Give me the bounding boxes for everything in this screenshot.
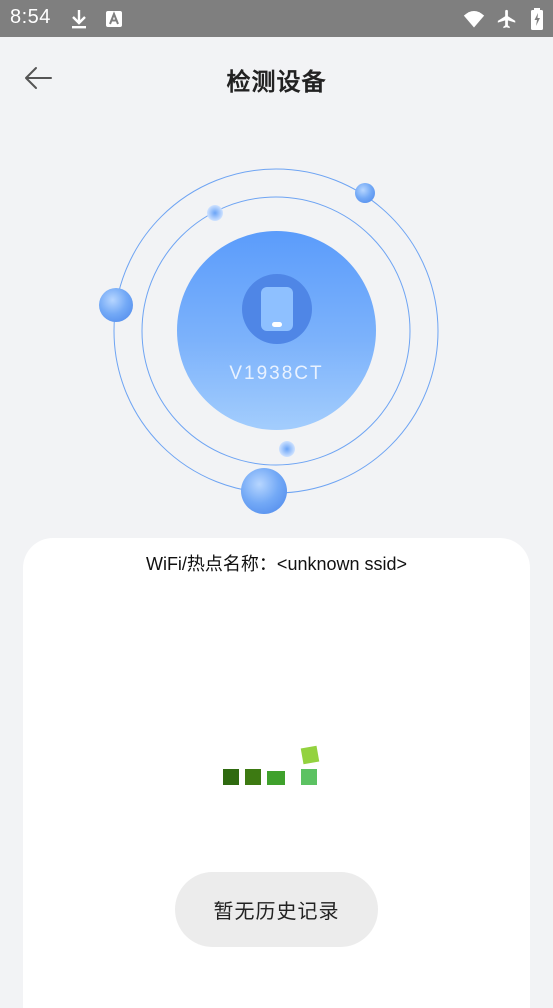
- wifi-icon: [463, 8, 485, 30]
- bottom-card: WiFi/热点名称：<unknown ssid> 暂无历史记录: [23, 538, 530, 1008]
- page-title: 检测设备: [226, 68, 327, 96]
- orbit-ball-top-right: [355, 183, 375, 203]
- orbit-ball-left: [99, 288, 133, 322]
- orbit-ball-bottom: [241, 468, 287, 514]
- status-bar: 8:54: [0, 0, 553, 37]
- device-name: V1938CT: [229, 363, 324, 384]
- phone-icon: [242, 274, 312, 344]
- history-button[interactable]: 暂无历史记录: [175, 872, 378, 947]
- device-core[interactable]: V1938CT: [177, 231, 376, 430]
- orbit-dot-bottom: [279, 441, 295, 457]
- orbit-dot-top: [207, 205, 223, 221]
- battery-icon: [526, 8, 548, 30]
- font-a-icon: [103, 8, 125, 30]
- wifi-ssid-label: WiFi/热点名称：<unknown ssid>: [145, 554, 408, 574]
- airplane-icon: [496, 8, 518, 30]
- loading-blocks-icon: [218, 741, 328, 791]
- status-time: 8:54: [10, 6, 51, 28]
- download-icon: [68, 8, 90, 30]
